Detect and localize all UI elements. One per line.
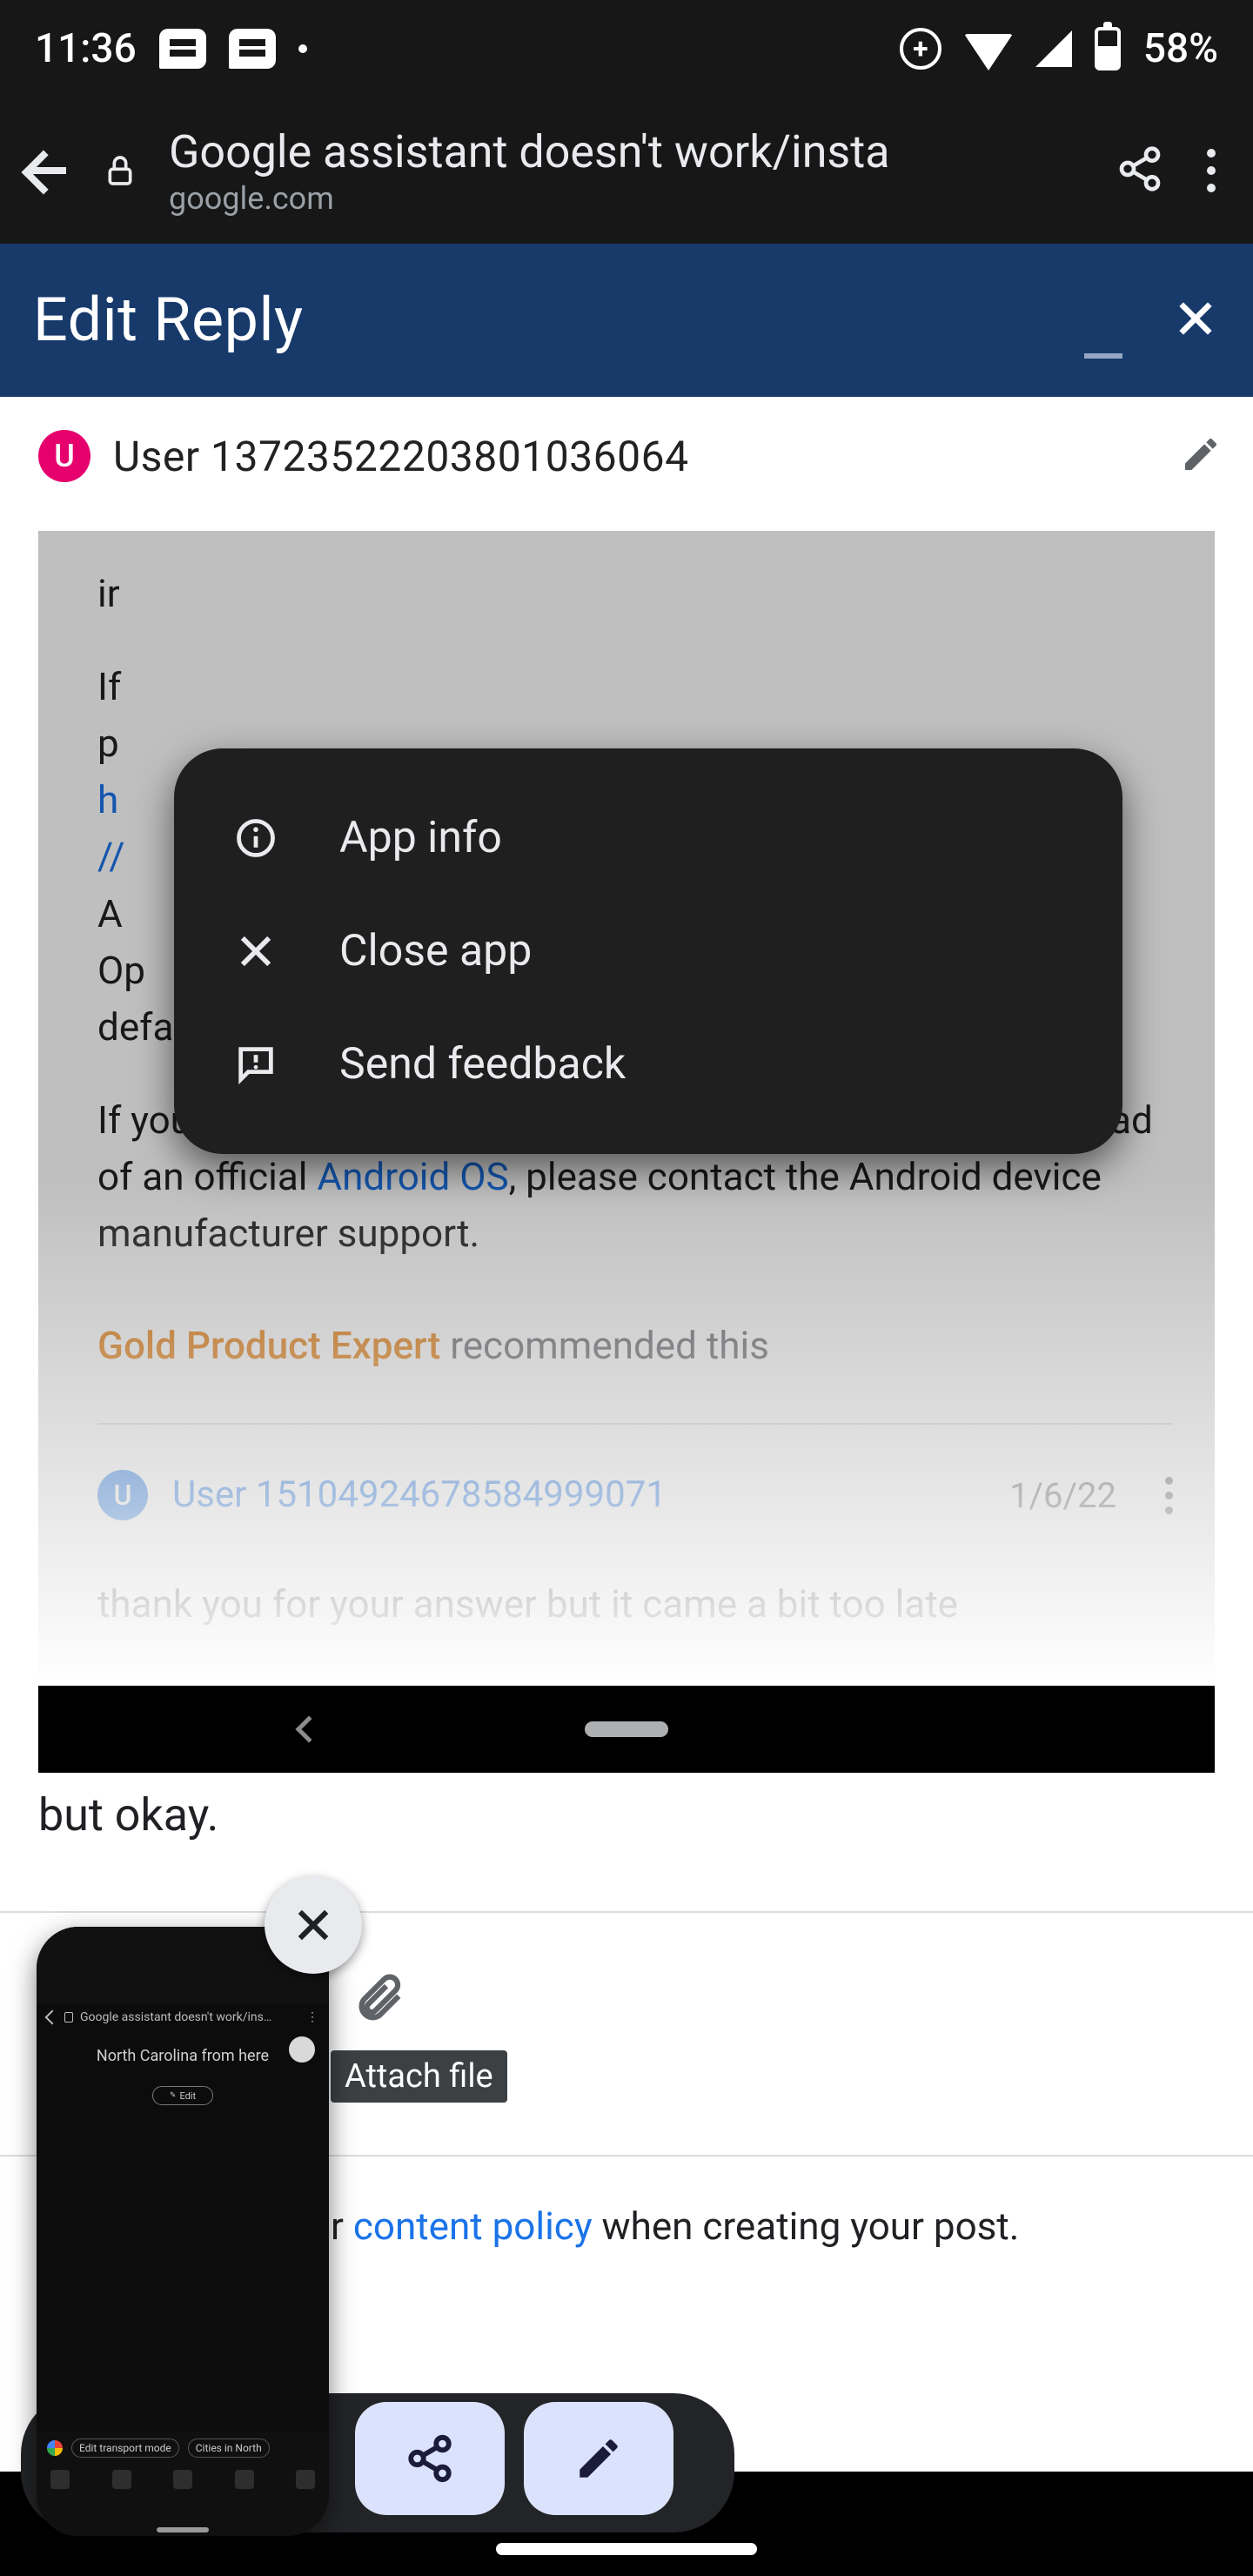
close-icon[interactable]: [1171, 294, 1220, 346]
menu-item-close-app[interactable]: Close app: [174, 895, 1122, 1008]
quoted-link: h: [97, 777, 118, 822]
menu-item-label: Close app: [339, 926, 532, 976]
quoted-text: Op: [97, 948, 145, 993]
recommendation-line: Gold Product Expert recommended this: [97, 1318, 1173, 1374]
nested-home-pill-icon: [585, 1721, 668, 1737]
screenshot-thumbnail[interactable]: Google assistant doesn't work/ins… ⋮ Nor…: [37, 1927, 329, 2536]
avatar: U: [38, 430, 90, 482]
share-icon[interactable]: [1116, 144, 1164, 197]
cell-signal-icon: [1035, 30, 1072, 67]
content-policy-link[interactable]: content policy: [353, 2204, 593, 2249]
wifi-icon: [964, 34, 1013, 70]
browser-toolbar: Google assistant doesn't work/insta goog…: [0, 97, 1253, 244]
thumb-share-icon: ⋮: [306, 2010, 318, 2024]
edit-reply-title: Edit Reply: [33, 285, 1084, 356]
reply-user-link: User 15104924678584999071: [172, 1468, 667, 1522]
thumb-avatar: [289, 2036, 315, 2063]
attach-file-label: Attach file: [331, 2050, 507, 2103]
notification-dot-icon: [298, 44, 307, 53]
data-saver-icon: +: [900, 28, 941, 70]
screenshot-share-button[interactable]: [355, 2402, 505, 2515]
android-os-link: Android OS: [317, 1154, 508, 1199]
thumb-edit-pill: ✎Edit: [152, 2086, 213, 2105]
reply-menu-icon: [1165, 1477, 1173, 1514]
attach-file-button[interactable]: Attach file: [331, 1963, 507, 2103]
thumb-chip: Cities in North: [188, 2438, 270, 2458]
reply-continuation: but okay.: [0, 1773, 1253, 1876]
quoted-link: //: [97, 834, 125, 879]
menu-item-label: App info: [339, 813, 502, 863]
lock-icon[interactable]: [103, 151, 137, 190]
page-title: Google assistant doesn't work/insta: [169, 125, 1084, 178]
author-name: User 13723522203801036064: [113, 432, 1157, 481]
dismiss-thumbnail-button[interactable]: [265, 1876, 362, 1974]
google-icon: [47, 2440, 63, 2456]
nested-back-icon: [295, 1715, 322, 1742]
reply-body-cut: thank you for your answer but it came a …: [97, 1576, 1173, 1633]
status-time: 11:36: [35, 25, 137, 72]
nested-nav-bar: [38, 1686, 1215, 1773]
menu-item-app-info[interactable]: App info: [174, 782, 1122, 895]
menu-item-send-feedback[interactable]: Send feedback: [174, 1008, 1122, 1121]
screenshot-edit-button[interactable]: [524, 2402, 673, 2515]
thumb-title: Google assistant doesn't work/ins…: [80, 2010, 299, 2024]
back-icon[interactable]: [26, 148, 71, 193]
context-menu: App info Close app Send feedback: [174, 748, 1122, 1154]
thumb-subtitle: North Carolina from here: [37, 2031, 329, 2081]
thumb-lock-icon: [64, 2012, 73, 2023]
minimize-icon[interactable]: [1084, 353, 1122, 359]
feedback-icon: [231, 1042, 280, 1087]
battery-percent: 58%: [1143, 25, 1218, 72]
browser-menu-icon[interactable]: [1196, 149, 1227, 192]
thumb-chip: Edit transport mode: [71, 2438, 179, 2458]
edit-reply-header: Edit Reply: [0, 244, 1253, 397]
menu-item-label: Send feedback: [339, 1039, 626, 1090]
reply-header-row: U User 15104924678584999071 1/6/22: [97, 1456, 1173, 1557]
quoted-text: ir: [97, 566, 1173, 622]
page-domain: google.com: [169, 180, 1084, 217]
gold-product-expert-label: Gold Product Expert: [97, 1323, 440, 1368]
status-bar: 11:36 + 58%: [0, 0, 1253, 97]
edit-author-icon[interactable]: [1180, 433, 1222, 479]
battery-icon: [1095, 27, 1121, 70]
reply-date: 1/6/22: [1009, 1470, 1116, 1521]
thumb-back-icon: [45, 2010, 60, 2025]
notification-message-icon: [229, 29, 276, 69]
close-icon: [231, 929, 280, 974]
info-icon: [231, 815, 280, 861]
notification-message-icon: [159, 29, 206, 69]
avatar: U: [97, 1470, 148, 1520]
author-row: U User 13723522203801036064: [0, 397, 1253, 493]
url-bar[interactable]: Google assistant doesn't work/insta goog…: [169, 125, 1084, 217]
quoted-text: If: [97, 659, 1173, 715]
